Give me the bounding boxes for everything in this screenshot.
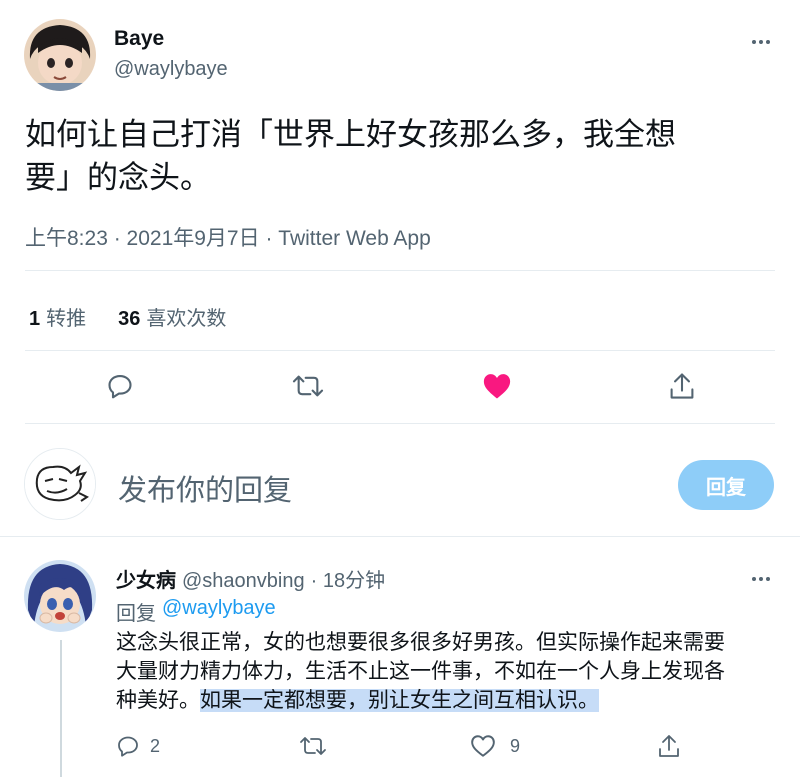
divider — [25, 270, 775, 271]
author-avatar[interactable] — [24, 19, 96, 91]
reply-icon — [118, 736, 138, 757]
reply-submit-label: 回复 — [706, 476, 746, 499]
reply-like-count: 9 — [510, 735, 521, 756]
reply-text-line: 种美好。如果一定都想要，别让女生之间互相认识。 — [116, 686, 725, 715]
heart-icon — [471, 735, 495, 757]
retweet-icon[interactable] — [290, 370, 326, 402]
reply-time[interactable]: · 18分钟 — [311, 564, 385, 593]
retweet-label[interactable]: 转推 — [46, 302, 86, 331]
author-handle[interactable]: @waylybaye — [114, 58, 228, 81]
reply-text: 这念头很正常，女的也想要很多很多好男孩。但实际操作起来需要 大量财力精力体力，生… — [116, 628, 725, 715]
tweet-text: 如何让自己打消「世界上好女孩那么多，我全想 要」的念头。 — [25, 113, 676, 199]
reply-text-plain: 种美好。 — [116, 689, 200, 712]
reply-text-highlight: 如果一定都想要，别让女生之间互相认识。 — [200, 689, 599, 712]
share-icon[interactable] — [666, 370, 698, 402]
reply-like-button[interactable]: 9 — [470, 734, 520, 758]
section-separator — [0, 536, 800, 547]
reply-text-line: 大量财力精力体力，生活不止这一件事，不如在一个人身上发现各 — [116, 660, 725, 683]
tweet-stats: 1 转推 36 喜欢次数 — [29, 302, 226, 331]
replying-to-label: 回复 — [116, 603, 156, 625]
reply-reply-count: 2 — [150, 735, 161, 756]
more-options-icon[interactable] — [752, 37, 776, 47]
reply-share-icon[interactable] — [656, 732, 682, 760]
like-heart-icon[interactable] — [480, 370, 514, 402]
retweet-count[interactable]: 1 — [29, 308, 40, 331]
replying-to: 回复 @waylybaye — [116, 597, 276, 626]
reply-compose-input[interactable]: 发布你的回复 — [118, 467, 292, 509]
reply-author-handle[interactable]: @shaonvbing — [182, 570, 305, 593]
replying-to-handle[interactable]: @waylybaye — [162, 597, 276, 626]
reply-submit-button[interactable]: 回复 — [678, 460, 774, 510]
tweet-text-line: 要」的念头。 — [25, 160, 211, 195]
tweet-meta[interactable]: 上午8:23 · 2021年9月7日 · Twitter Web App — [25, 222, 431, 252]
reply-author-name[interactable]: 少女病 — [116, 564, 176, 593]
reply-retweet-icon[interactable] — [298, 734, 328, 758]
reply-text-line: 这念头很正常，女的也想要很多很多好男孩。但实际操作起来需要 — [116, 631, 725, 654]
like-label[interactable]: 喜欢次数 — [146, 302, 226, 331]
divider — [25, 350, 775, 351]
reply-header: 少女病 @shaonvbing · 18分钟 — [116, 564, 385, 593]
my-avatar[interactable] — [24, 448, 96, 520]
reply-author-avatar[interactable] — [24, 560, 96, 632]
author-name[interactable]: Baye — [114, 27, 164, 51]
like-count[interactable]: 36 — [118, 308, 140, 331]
reply-more-options-icon[interactable] — [752, 574, 776, 584]
divider — [25, 423, 775, 424]
reply-icon[interactable] — [104, 370, 136, 402]
tweet-text-line: 如何让自己打消「世界上好女孩那么多，我全想 — [25, 117, 676, 152]
reply-reply-button[interactable]: 2 — [116, 734, 160, 758]
thread-line — [60, 640, 62, 777]
